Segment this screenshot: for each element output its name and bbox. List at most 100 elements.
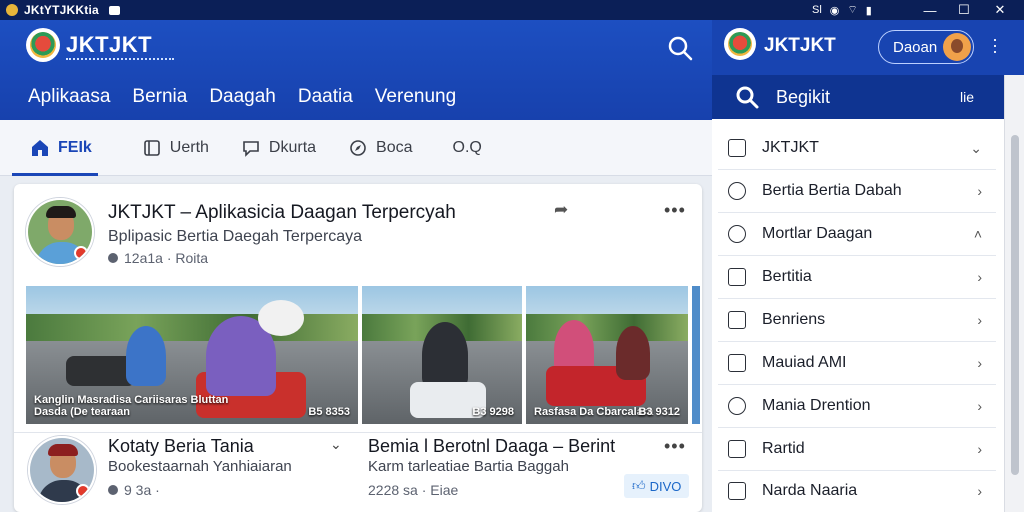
menu-item-label: Benriens: [762, 311, 826, 328]
brand-tagline-decoration: [66, 58, 174, 62]
file-icon: [728, 440, 746, 458]
avatar[interactable]: [26, 198, 94, 266]
menu-item-label: Mania Drention: [762, 397, 871, 414]
scrollbar-thumb[interactable]: [1011, 135, 1019, 475]
wifi-icon[interactable]: ⌔: [847, 3, 857, 17]
tab-other[interactable]: O.Q: [437, 120, 498, 176]
menu-item-label: Rartid: [762, 440, 805, 457]
menu-item-narda[interactable]: Narda Naaria ›: [718, 469, 996, 512]
menu-item-monitor-daerah[interactable]: Mortlar Daagan ˄: [718, 213, 996, 256]
post-meta-text: 9 3a ·: [124, 482, 160, 498]
panel-menu-list: JKTJKT ⌄ Bertia Bertia Dabah › Mortlar D…: [712, 119, 1004, 512]
live-badge[interactable]: 👍︎ DIVO: [624, 474, 690, 498]
menu-item-jktjkt[interactable]: JKTJKT ⌄: [718, 127, 996, 170]
tab-label: FEIk: [58, 139, 92, 156]
menu-item-mauiad[interactable]: Mauiad AMI ›: [718, 342, 996, 385]
avatar: [943, 33, 971, 61]
app-icon: [6, 4, 18, 16]
brand-logo-icon[interactable]: [724, 28, 756, 60]
tab-home[interactable]: FEIk: [0, 120, 108, 176]
nav-item-data[interactable]: Daatia: [298, 86, 353, 108]
post-subtitle: Bplipasic Bertia Daegah Terpercaya: [108, 228, 363, 245]
nav-item-aplikasi[interactable]: Aplikaasa: [28, 86, 110, 108]
chevron-right-icon: ›: [977, 355, 982, 371]
menu-item-label: JKTJKT: [762, 139, 819, 156]
photo-motorcycle-traffic-1[interactable]: Kanglin Masradisa Cariisaras Bluttan Das…: [26, 286, 358, 424]
panel-brand-name: JKTJKT: [764, 35, 836, 56]
app-header: JKTJKT Aplikaasa Bernia Daagah Daatia Ve…: [0, 20, 712, 120]
menu-item-mania[interactable]: Mania Drention ›: [718, 385, 996, 428]
brand-name[interactable]: JKTJKT: [66, 32, 152, 58]
post-subtitle: Karm tarleatiae Bartia Baggah: [368, 458, 569, 475]
post-photo-gallery: Kanglin Masradisa Cariisaras Bluttan Das…: [26, 286, 700, 424]
nav-item-lainnya[interactable]: Verenung: [375, 86, 456, 108]
live-dot-icon: [74, 246, 88, 260]
account-button[interactable]: Daoan: [878, 30, 974, 64]
panel-search-bar[interactable]: Begikit lie: [712, 75, 1004, 119]
feed-tabs: FEIk Uerth Dkurta Boca O.Q: [0, 120, 712, 176]
close-button[interactable]: ✕: [982, 0, 1018, 20]
tab-comments[interactable]: Dkurta: [225, 120, 332, 176]
chevron-right-icon: ›: [977, 482, 982, 499]
live-dot-icon: [76, 484, 90, 498]
window-titlebar: JKtYTJKKtia Sl ◉ ⌔ ▮ — ☐ ✕: [0, 0, 1024, 20]
main-nav: Aplikaasa Bernia Daagah Daatia Verenung: [28, 86, 456, 108]
chevron-right-icon: ›: [977, 398, 982, 414]
right-panel-header: JKTJKT Daoan · · ·: [712, 20, 1024, 75]
tab-explore[interactable]: Boca: [332, 120, 428, 176]
more-options-icon[interactable]: •••: [664, 436, 686, 457]
maximize-button[interactable]: ☐: [946, 0, 982, 20]
kebab-menu-icon[interactable]: · · ·: [992, 30, 998, 60]
nav-item-berita[interactable]: Bernia: [132, 86, 187, 108]
chevron-up-icon: ˄: [973, 226, 982, 242]
minimize-button[interactable]: —: [912, 0, 948, 20]
tab-articles[interactable]: Uerth: [126, 120, 225, 176]
tray-label: Sl: [812, 4, 822, 16]
square-icon: [728, 311, 746, 329]
chat-icon[interactable]: [108, 5, 120, 15]
chart-icon: [728, 268, 746, 286]
search-shortcut: lie: [959, 89, 974, 105]
photo-caption: Kanglin Masradisa Cariisaras Bluttan Das…: [34, 394, 229, 418]
plate-number: B3 9312: [638, 406, 680, 418]
more-options-icon[interactable]: •••: [664, 200, 686, 221]
tab-label: O.Q: [452, 139, 482, 156]
comment-icon: [243, 141, 259, 157]
photo-motorcycle-traffic-3[interactable]: Rasfasa Da Cbarcalara B3 9312: [526, 286, 688, 424]
tab-label: Uerth: [169, 139, 209, 156]
globe-icon: [108, 253, 118, 263]
panel-scrollbar[interactable]: [1004, 75, 1024, 512]
search-icon: [736, 86, 759, 109]
photo-caption: Rasfasa Da Cbarcalara: [534, 406, 654, 418]
badge-label: DIVO: [649, 478, 682, 494]
chevron-down-icon[interactable]: ⌄: [330, 436, 343, 453]
thumbs-up-icon: 👍︎: [632, 478, 646, 493]
signal-icon[interactable]: ▮: [866, 4, 872, 17]
tab-label: Boca: [376, 139, 413, 156]
brand-logo-icon[interactable]: [26, 28, 60, 62]
search-icon[interactable]: [666, 34, 694, 62]
doc-icon: [143, 140, 160, 156]
nav-item-daerah[interactable]: Daagah: [209, 86, 276, 108]
game-icon: [728, 225, 746, 243]
menu-item-berita-daerah[interactable]: Bertia Bertia Dabah ›: [718, 170, 996, 213]
list-icon: [728, 139, 746, 157]
post-title[interactable]: JKTJKT – Aplikasicia Daagan Terpercyah: [108, 202, 456, 224]
map-icon: [728, 397, 746, 415]
tab-label: Dkurta: [268, 139, 317, 156]
avatar[interactable]: [28, 436, 96, 504]
globe-icon: [108, 485, 118, 495]
share-icon[interactable]: ➦: [554, 200, 568, 220]
post-meta-text: 2228 sa · Eiae: [368, 482, 459, 498]
menu-item-berita[interactable]: Bertitia ›: [718, 256, 996, 299]
notification-icon[interactable]: ◉: [830, 4, 840, 17]
menu-item-rartid[interactable]: Rartid ›: [718, 428, 996, 471]
post-title[interactable]: Kotaty Beria Tania: [108, 436, 254, 457]
compass-icon: [350, 140, 366, 156]
photo-motorcycle-traffic-2[interactable]: B3 9298: [362, 286, 522, 424]
post-meta: 9 3a ·: [108, 482, 160, 498]
location-icon: [728, 182, 746, 200]
chevron-right-icon: ›: [977, 312, 982, 328]
menu-item-benriens[interactable]: Benriens ›: [718, 299, 996, 342]
post-title[interactable]: Bemia l Berotnl Daaga – Berint: [368, 436, 615, 457]
